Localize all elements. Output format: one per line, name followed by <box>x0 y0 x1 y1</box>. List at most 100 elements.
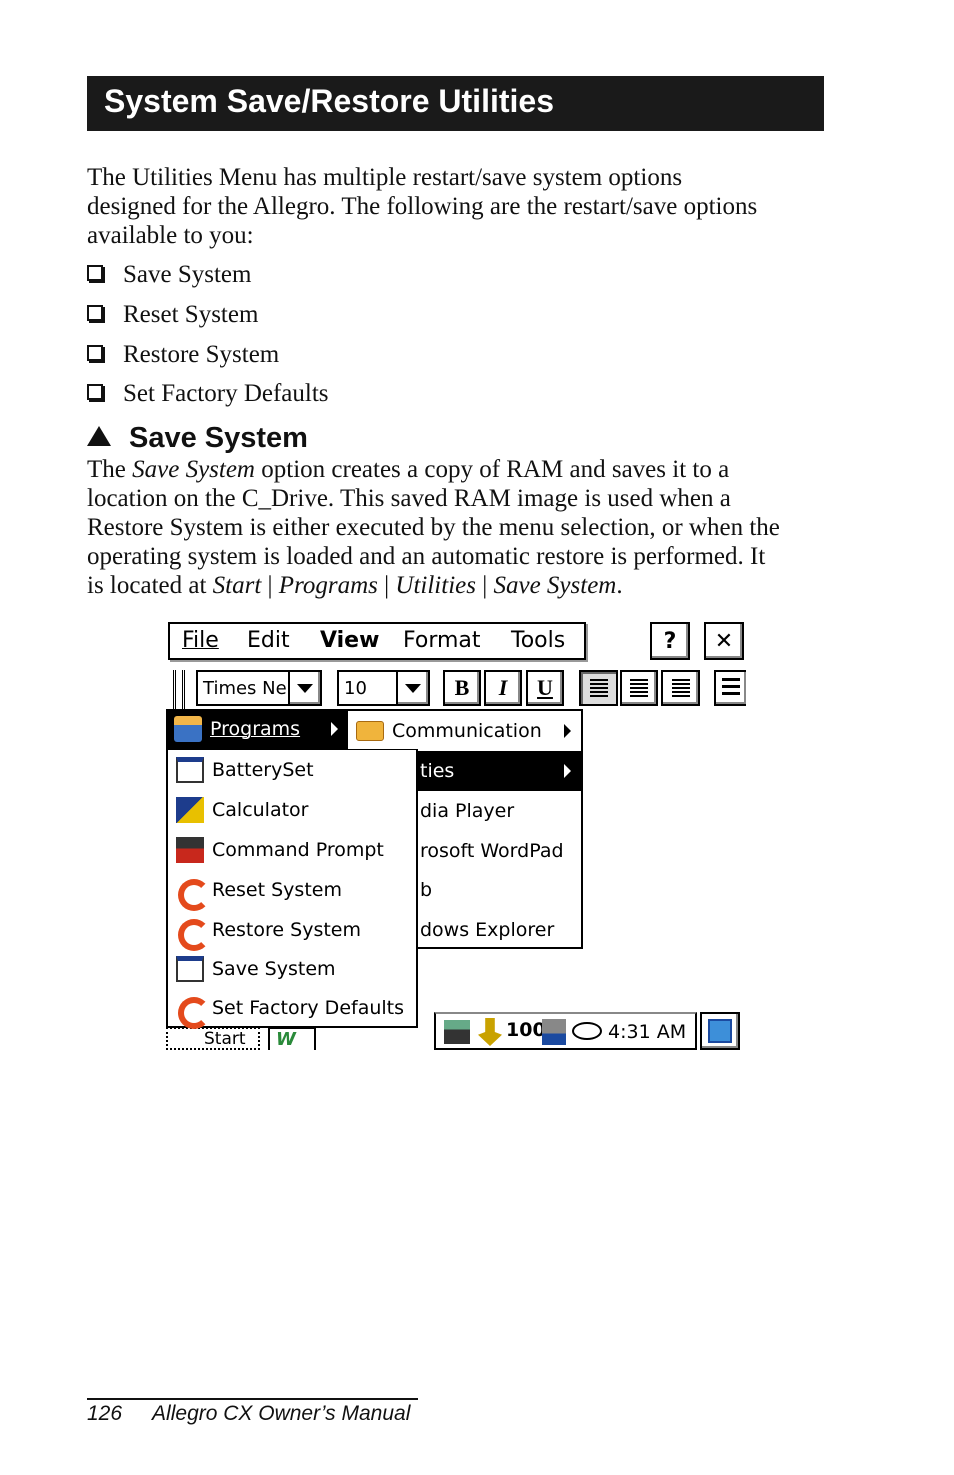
bullet-item: Reset System <box>87 301 258 329</box>
checkbox-bullet-icon <box>87 384 103 400</box>
path-part: Start <box>212 572 262 599</box>
bullet-item: Save System <box>87 261 251 289</box>
msdos-icon <box>176 837 204 863</box>
desktop-icon <box>708 1019 732 1043</box>
page-footer: 126 Allegro CX Owner’s Manual <box>87 1398 418 1426</box>
start-button[interactable]: Start <box>166 1027 260 1050</box>
toolbar-grip[interactable] <box>173 670 185 710</box>
menu-format[interactable]: Format <box>403 628 481 653</box>
section-title: Save System <box>129 422 308 454</box>
text: Restore System is either executed by the… <box>87 514 780 541</box>
bullet-text: Restore System <box>123 341 280 368</box>
label: Set Factory Defaults <box>212 997 405 1019</box>
taskbar-wordpad-button[interactable]: W <box>268 1027 316 1050</box>
menu-item-command-prompt[interactable]: Command Prompt <box>168 830 384 870</box>
menu-item-reset-system[interactable]: Reset System <box>168 870 342 911</box>
align-left-icon <box>589 679 608 697</box>
manual-title: Allegro CX Owner’s Manual <box>152 1402 411 1425</box>
align-center-button[interactable] <box>620 670 658 706</box>
submenu-item-communication[interactable]: Communication <box>350 711 581 751</box>
clock[interactable]: 4:31 AM <box>608 1021 686 1043</box>
text: option creates a copy of RAM and saves i… <box>255 456 730 483</box>
size-combobox[interactable]: 10 <box>337 670 430 706</box>
label: Restore System <box>212 919 361 941</box>
bullet-text: Reset System <box>123 301 259 328</box>
size-value: 10 <box>344 678 367 699</box>
label: BatterySet <box>212 759 314 781</box>
desktop-button[interactable] <box>700 1012 740 1050</box>
bullet-item: Restore System <box>87 341 279 369</box>
bullet-list-icon <box>722 678 740 698</box>
label: Start <box>204 1029 246 1049</box>
chevron-down-icon[interactable] <box>288 672 320 704</box>
window-icon <box>176 956 204 982</box>
menu-item-batteryset[interactable]: BatterySet <box>168 750 314 790</box>
chevron-down-icon[interactable] <box>396 672 428 704</box>
network-icon[interactable] <box>444 1020 470 1044</box>
chevron-right-icon <box>564 724 571 738</box>
italic-button[interactable]: I <box>484 670 522 706</box>
label: rosoft WordPad <box>420 840 564 862</box>
restart-arrow-icon <box>176 877 210 911</box>
chevron-right-icon <box>564 764 571 778</box>
sep: | <box>261 572 279 599</box>
start-menu: BatterySet Calculator Command Prompt Res… <box>166 749 418 1029</box>
label: Programs <box>210 718 301 740</box>
intro-line: designed for the Allegro. The following … <box>87 193 758 220</box>
folder-icon <box>356 721 384 741</box>
disk-icon[interactable] <box>572 1022 602 1040</box>
underline-button[interactable]: U <box>526 670 564 706</box>
calculator-icon <box>176 797 204 823</box>
align-right-icon <box>671 679 690 697</box>
label: Communication <box>392 720 542 742</box>
path-part: Programs <box>278 572 378 599</box>
power-plug-icon[interactable] <box>478 1018 502 1046</box>
menu-item-restore-system[interactable]: Restore System <box>168 910 361 951</box>
close-button[interactable]: ✕ <box>704 622 744 660</box>
help-button[interactable]: ? <box>650 622 690 660</box>
label: W <box>276 1029 296 1050</box>
menu-edit[interactable]: Edit <box>247 628 290 653</box>
restart-arrow-icon <box>176 917 210 951</box>
intro-line: available to you: <box>87 222 254 249</box>
keyboard-icon[interactable] <box>542 1019 566 1045</box>
text: . <box>616 572 623 599</box>
menu-item-calculator[interactable]: Calculator <box>168 790 308 830</box>
window-icon <box>176 757 204 783</box>
system-tray: 100 4:31 AM <box>434 1012 697 1050</box>
section-paragraph: The Save System option creates a copy of… <box>87 455 847 600</box>
checkbox-bullet-icon <box>87 345 103 361</box>
page-number: 126 <box>87 1402 123 1425</box>
align-center-icon <box>630 679 648 697</box>
label: ties <box>420 760 455 782</box>
path-part: Save System <box>493 572 617 599</box>
text: is located at <box>87 572 213 599</box>
sep: | <box>475 572 494 599</box>
label: Save System <box>212 958 336 980</box>
bold-button[interactable]: B <box>443 670 481 706</box>
align-left-button[interactable] <box>579 670 618 706</box>
menu-view[interactable]: View <box>320 628 379 653</box>
font-combobox[interactable]: Times Ne <box>196 670 322 706</box>
battery-percent[interactable]: 100 <box>506 1019 546 1041</box>
bullet-text: Set Factory Defaults <box>123 380 329 407</box>
triangle-bullet-icon <box>87 426 111 446</box>
label: Reset System <box>212 879 342 901</box>
menu-file[interactable]: File <box>182 628 219 653</box>
menu-bar: File Edit View Format Tools <box>168 622 586 660</box>
bullets-button[interactable] <box>714 670 746 706</box>
text: The <box>87 456 133 483</box>
intro-paragraph: The Utilities Menu has multiple restart/… <box>87 163 827 250</box>
start-menu-programs[interactable]: Programs <box>166 709 346 749</box>
label: b <box>420 879 433 901</box>
align-right-button[interactable] <box>661 670 700 706</box>
label: Calculator <box>212 799 309 821</box>
section-heading: Save System <box>87 422 308 455</box>
menu-item-set-factory-defaults[interactable]: Set Factory Defaults <box>168 988 405 1029</box>
label: Command Prompt <box>212 839 384 861</box>
page-title: System Save/Restore Utilities <box>87 76 824 131</box>
emphasis: Save System <box>132 456 255 483</box>
menu-item-save-system[interactable]: Save System <box>168 949 336 989</box>
menu-tools[interactable]: Tools <box>511 628 565 653</box>
sep: | <box>377 572 396 599</box>
